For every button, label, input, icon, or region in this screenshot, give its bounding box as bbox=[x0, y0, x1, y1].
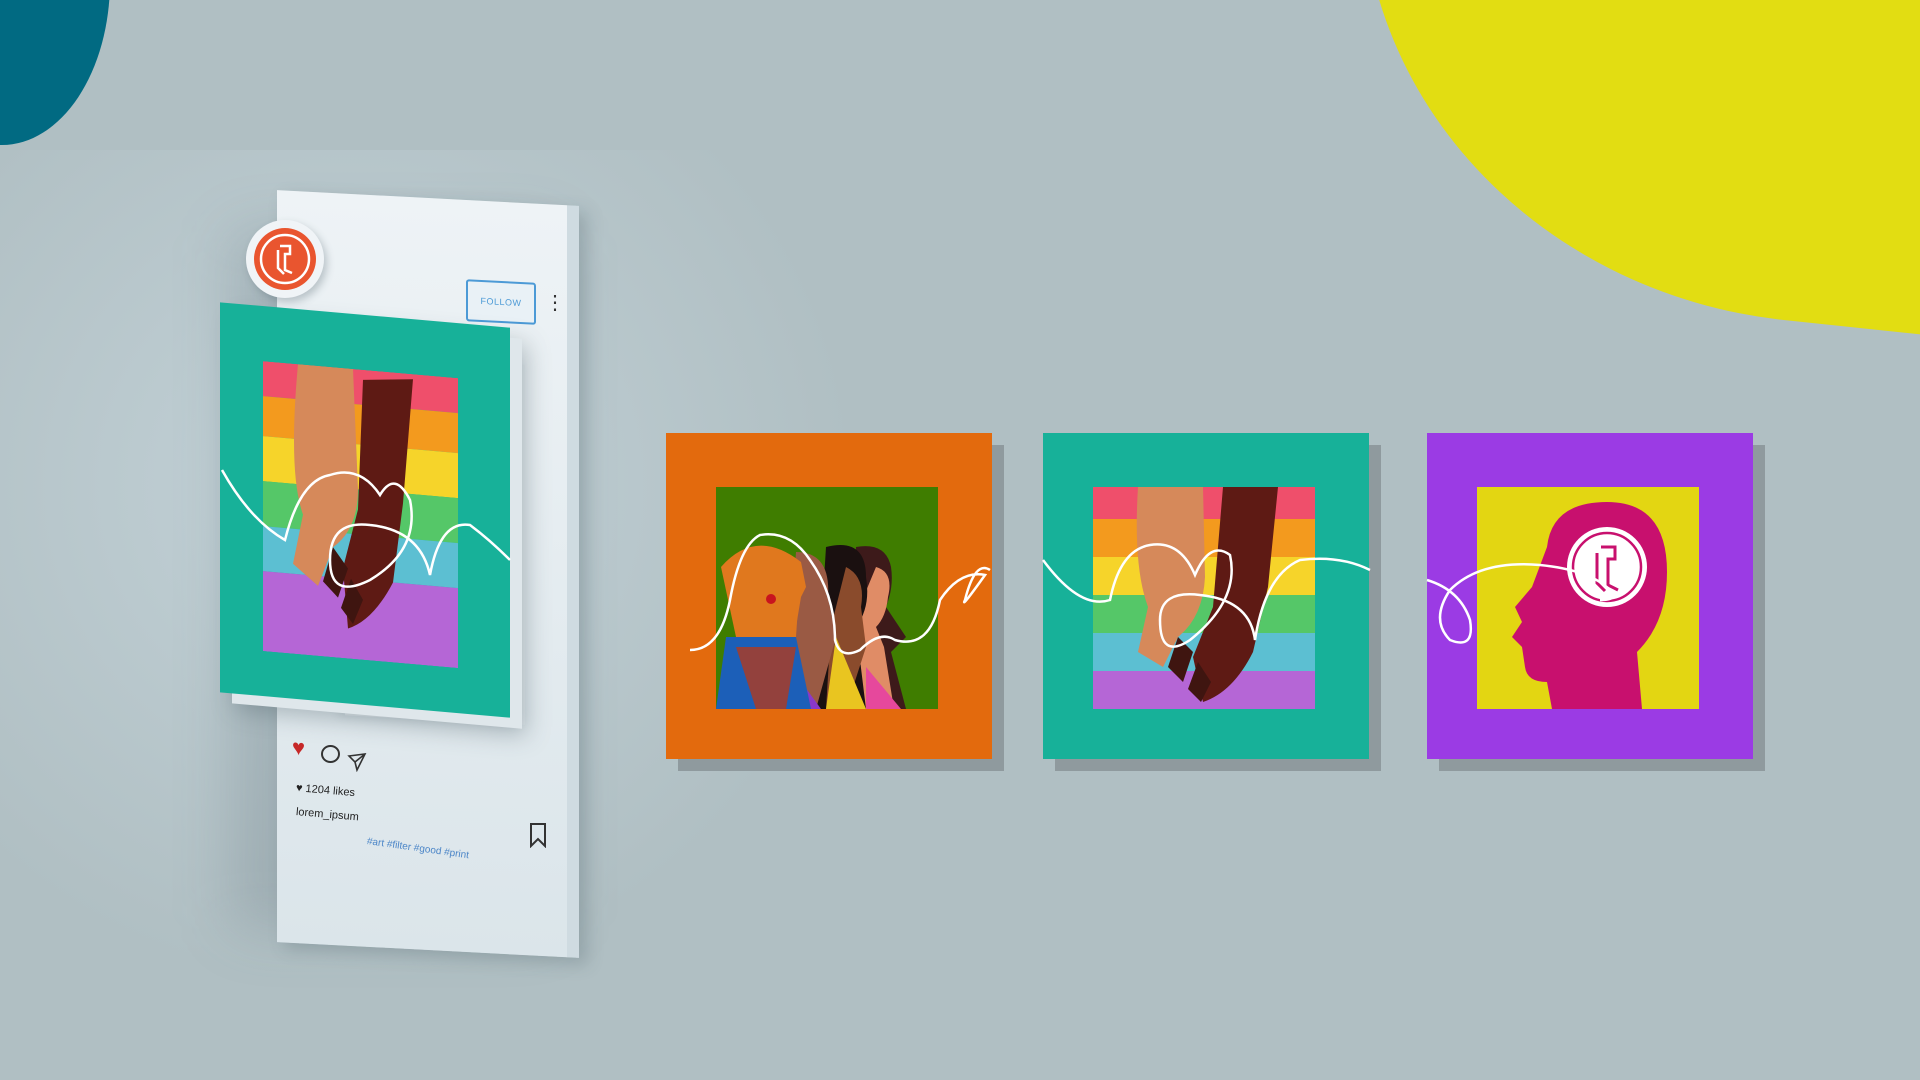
rainbow-hands-artwork bbox=[263, 361, 458, 669]
post-image[interactable] bbox=[220, 302, 510, 718]
tile-women-profiles[interactable] bbox=[666, 433, 992, 759]
head-logo-artwork bbox=[1477, 487, 1699, 709]
profile-avatar[interactable] bbox=[246, 220, 324, 298]
send-icon[interactable] bbox=[347, 752, 367, 777]
tile-rainbow-hands[interactable] bbox=[1043, 433, 1369, 759]
brand-logo-icon bbox=[254, 228, 316, 290]
women-profiles-artwork bbox=[716, 487, 938, 709]
rainbow-hands-artwork bbox=[1093, 487, 1315, 709]
tile-mind-logo[interactable] bbox=[1427, 433, 1753, 759]
comment-icon[interactable] bbox=[321, 745, 340, 763]
yellow-corner-blob bbox=[1319, 0, 1920, 347]
follow-button[interactable]: FOLLOW bbox=[466, 279, 536, 325]
bookmark-icon[interactable] bbox=[528, 822, 548, 853]
teal-corner-blob bbox=[0, 0, 110, 145]
more-dots-icon[interactable]: ⋮ bbox=[545, 293, 565, 328]
heart-icon[interactable]: ♥ bbox=[292, 735, 305, 762]
